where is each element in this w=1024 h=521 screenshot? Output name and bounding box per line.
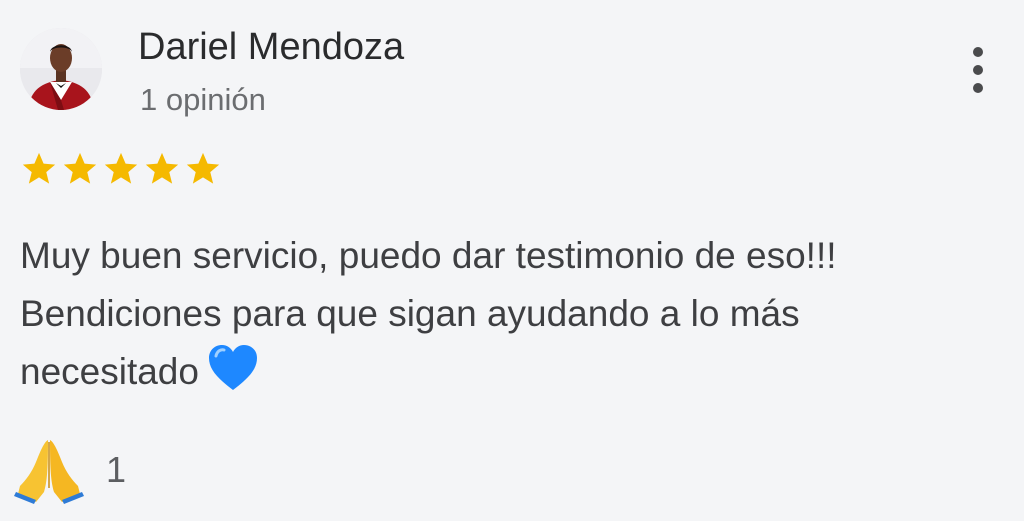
star-rating: [20, 150, 222, 188]
review-text-line-part: necesitado: [20, 351, 199, 392]
reaction-count: 1: [106, 449, 127, 490]
more-vertical-icon: [973, 47, 983, 57]
avatar-photo: [20, 28, 102, 110]
blue-heart-icon: [208, 345, 257, 390]
more-vertical-icon-dot: [973, 65, 983, 75]
review-count: 1 opinión: [140, 82, 266, 117]
author-name[interactable]: Dariel Mendoza: [138, 26, 404, 69]
more-options-button[interactable]: [958, 40, 998, 100]
star-icon: [63, 152, 97, 184]
more-vertical-icon-dot: [973, 83, 983, 93]
star-icon: [104, 152, 138, 184]
avatar[interactable]: [20, 28, 102, 110]
star-icon: [22, 152, 56, 184]
review-text: Muy buen servicio, puedo dar testimonio …: [20, 227, 980, 401]
star-icon: [186, 152, 220, 184]
folded-hands-icon: [14, 440, 84, 504]
review-text-line: Bendiciones para que sigan ayudando a lo…: [20, 293, 800, 334]
review-text-line: necesitado: [20, 343, 980, 401]
star-icon: [145, 152, 179, 184]
reaction-button[interactable]: 1: [14, 436, 126, 504]
review-text-line: Muy buen servicio, puedo dar testimonio …: [20, 235, 837, 276]
